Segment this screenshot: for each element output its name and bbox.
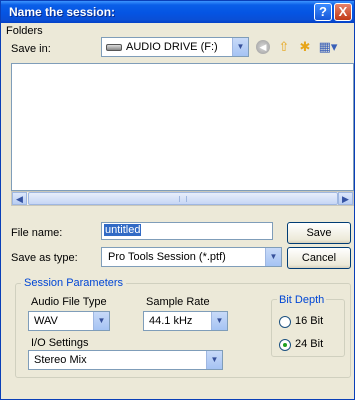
bit-depth-24-label: 24 Bit: [295, 338, 324, 350]
drive-icon: [106, 44, 122, 51]
save-in-select[interactable]: AUDIO DRIVE (F:) ▼: [101, 37, 249, 57]
file-name-input[interactable]: untitled: [101, 222, 273, 240]
view-menu-icon[interactable]: ▦▾: [317, 39, 339, 55]
save-button[interactable]: Save: [287, 222, 351, 244]
sample-rate-value: 44.1 kHz: [149, 315, 193, 327]
chevron-down-icon[interactable]: ▼: [265, 248, 281, 266]
chevron-down-icon[interactable]: ▼: [232, 38, 248, 56]
audio-file-type-label: Audio File Type: [31, 296, 107, 308]
save-session-dialog: Name the session: ? X Folders Save in: A…: [0, 0, 355, 400]
scroll-left-icon[interactable]: ◀: [12, 192, 27, 205]
save-as-type-value: Pro Tools Session (*.ptf): [108, 251, 226, 263]
chevron-down-icon[interactable]: ▼: [93, 312, 109, 330]
audio-file-type-value: WAV: [34, 315, 58, 327]
up-folder-icon[interactable]: ⇧: [276, 39, 292, 55]
save-as-type-select[interactable]: Pro Tools Session (*.ptf) ▼: [101, 247, 282, 267]
back-icon[interactable]: ◀: [256, 40, 270, 54]
folders-label: Folders: [6, 25, 43, 37]
help-icon: ?: [319, 4, 327, 19]
radio-unchecked-icon: [279, 316, 291, 328]
bit-depth-16-radio[interactable]: 16 Bit: [279, 314, 341, 330]
session-parameters-title: Session Parameters: [21, 277, 127, 289]
file-name-value: untitled: [104, 224, 142, 236]
scroll-grip-icon: [179, 196, 187, 202]
title-bar[interactable]: Name the session: ? X: [1, 1, 354, 23]
io-settings-label: I/O Settings: [31, 337, 89, 349]
bit-depth-title: Bit Depth: [277, 294, 327, 306]
save-in-label: Save in:: [11, 43, 51, 55]
bit-depth-24-radio[interactable]: 24 Bit: [279, 337, 341, 353]
sample-rate-label: Sample Rate: [146, 296, 210, 308]
close-button[interactable]: X: [334, 3, 352, 21]
horizontal-scrollbar[interactable]: ◀ ▶: [11, 191, 354, 206]
help-button[interactable]: ?: [314, 3, 332, 21]
save-as-type-label: Save as type:: [11, 252, 78, 264]
audio-file-type-select[interactable]: WAV ▼: [28, 311, 110, 331]
chevron-down-icon[interactable]: ▼: [211, 312, 227, 330]
dialog-title: Name the session:: [9, 5, 116, 19]
save-in-value: AUDIO DRIVE (F:): [126, 41, 218, 53]
file-list[interactable]: [11, 63, 354, 191]
radio-dot-icon: [283, 343, 287, 347]
io-settings-select[interactable]: Stereo Mix ▼: [28, 350, 223, 370]
sample-rate-select[interactable]: 44.1 kHz ▼: [143, 311, 228, 331]
chevron-down-icon[interactable]: ▼: [206, 351, 222, 369]
bit-depth-16-label: 16 Bit: [295, 315, 324, 327]
cancel-button[interactable]: Cancel: [287, 247, 351, 269]
radio-checked-icon: [279, 339, 291, 351]
close-icon: X: [338, 4, 348, 19]
scroll-thumb[interactable]: [28, 192, 338, 205]
file-name-label: File name:: [11, 227, 63, 239]
scroll-right-icon[interactable]: ▶: [338, 192, 353, 205]
new-folder-icon[interactable]: ✱: [297, 39, 313, 55]
io-settings-value: Stereo Mix: [34, 354, 87, 366]
